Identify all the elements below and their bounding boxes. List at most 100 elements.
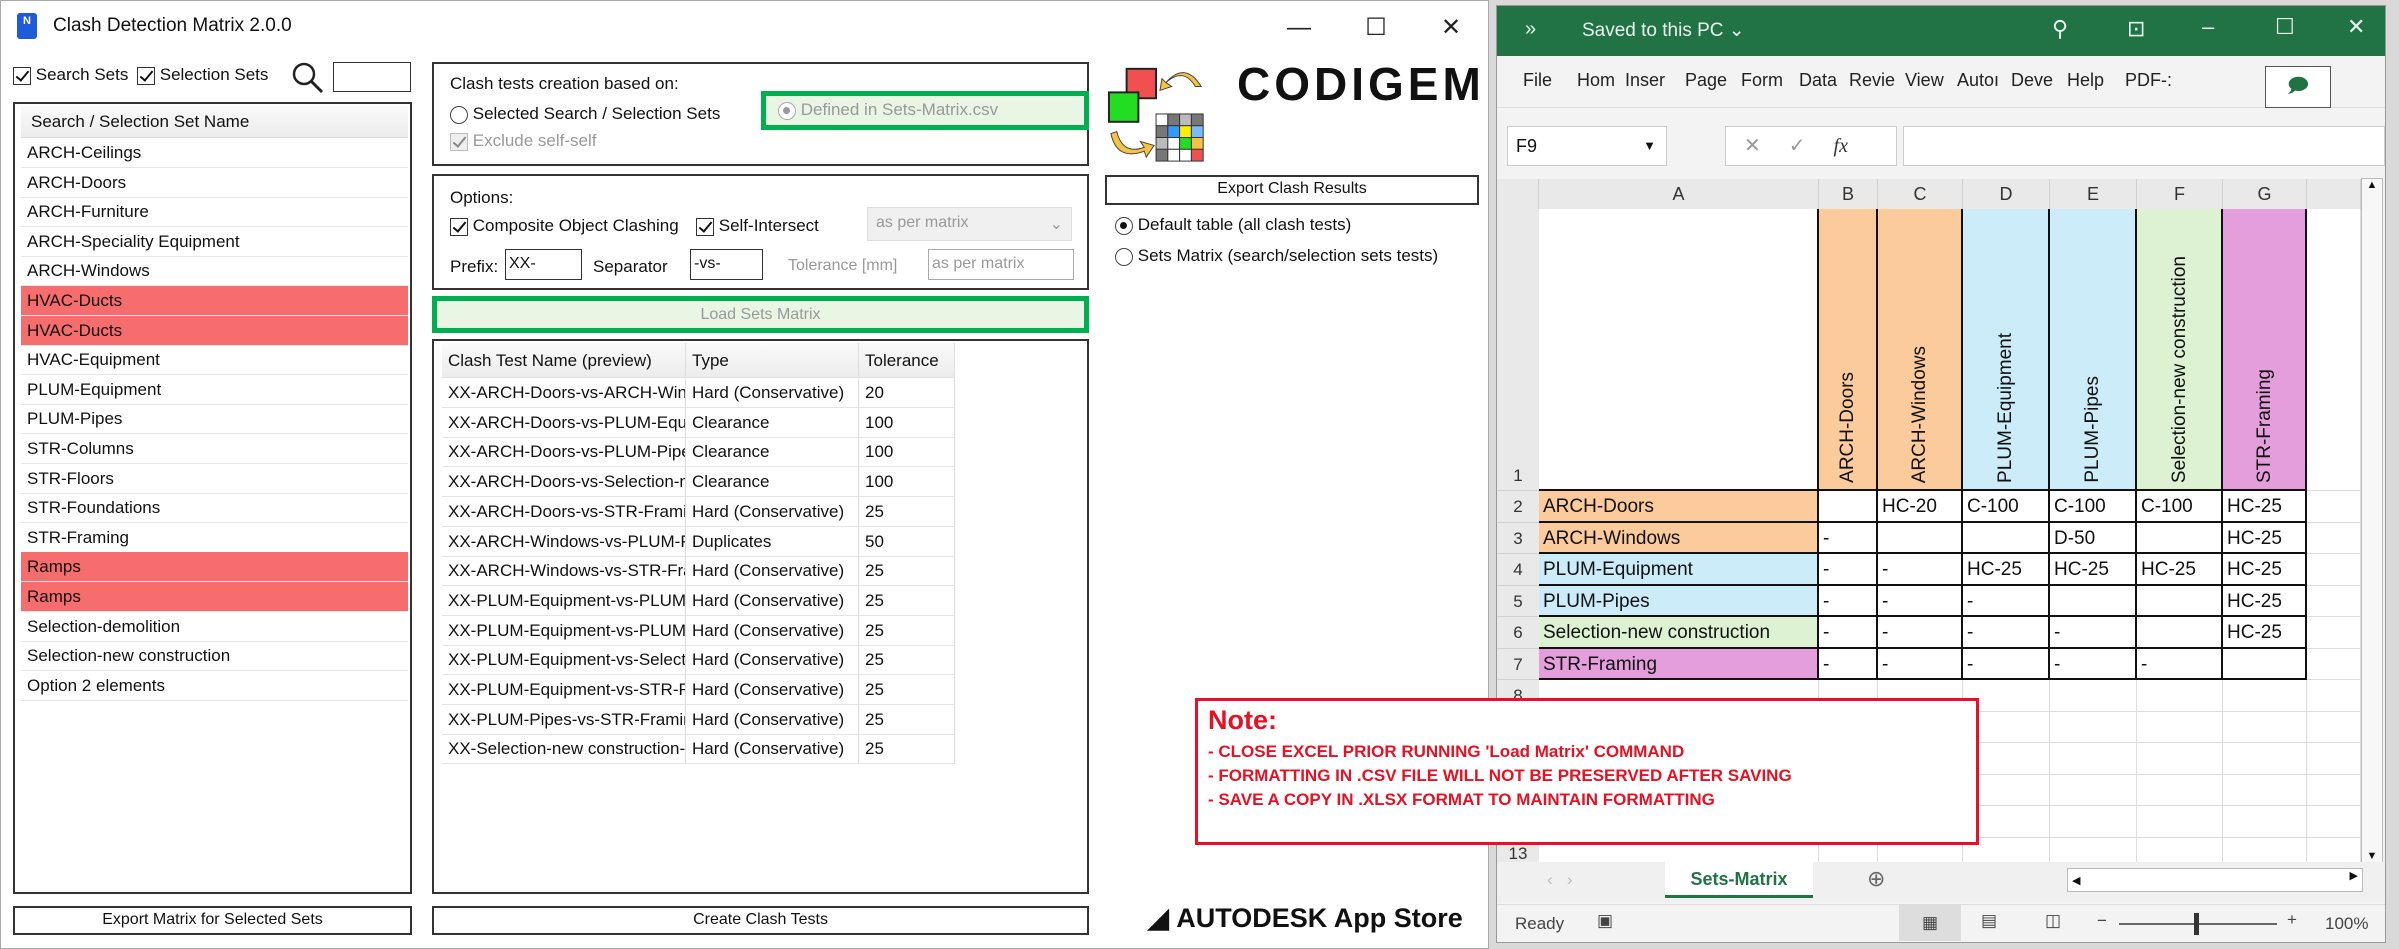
selection-sets-checkbox[interactable] [137, 66, 155, 85]
vertical-scrollbar[interactable]: ▲ ▼ [2361, 178, 2383, 863]
row-header[interactable]: 2 [1497, 491, 1539, 523]
matrix-cell[interactable] [1819, 491, 1878, 523]
sheet-tab-sets-matrix[interactable]: Sets-Matrix [1665, 862, 1813, 898]
list-item[interactable]: ARCH-Speciality Equipment [21, 227, 408, 257]
cell[interactable] [2137, 680, 2223, 712]
matrix-row-header[interactable]: STR-Framing [1539, 648, 1819, 680]
cell[interactable] [2137, 774, 2223, 806]
ribbon-tab[interactable]: Data [1799, 70, 1837, 91]
matrix-cell[interactable]: HC-25 [2223, 617, 2307, 649]
matrix-cell[interactable]: - [1819, 554, 1878, 586]
list-item[interactable]: HVAC-Ducts [21, 286, 408, 316]
column-header-E[interactable]: E [2050, 179, 2137, 209]
cell[interactable] [2307, 209, 2361, 491]
column-header-C[interactable]: C [1878, 179, 1963, 209]
composite-checkbox[interactable]: Composite Object Clashing [450, 216, 679, 236]
close-button[interactable]: ✕ [2347, 14, 2365, 40]
list-item[interactable]: PLUM-Pipes [21, 404, 408, 435]
cell[interactable] [2050, 680, 2137, 712]
self-intersect-checkbox[interactable]: Self-Intersect [696, 216, 819, 236]
ribbon-tab[interactable]: File [1523, 70, 1552, 91]
ribbon-tab[interactable]: Hom [1577, 70, 1615, 91]
matrix-cell[interactable] [2137, 585, 2223, 617]
cell[interactable] [2137, 711, 2223, 743]
search-sets-filter[interactable]: Search Sets [13, 65, 128, 85]
function-icon[interactable]: fx [1834, 135, 1848, 157]
list-item[interactable]: HVAC-Equipment [21, 345, 408, 376]
enter-icon[interactable]: ✓ [1789, 135, 1806, 157]
cell[interactable] [2050, 806, 2137, 838]
cell[interactable] [2307, 554, 2361, 586]
ribbon-tab[interactable]: Revie [1849, 70, 1895, 91]
matrix-row-header[interactable]: PLUM-Pipes [1539, 585, 1819, 617]
matrix-row-header[interactable]: ARCH-Doors [1539, 491, 1819, 523]
matrix-cell[interactable] [2223, 648, 2307, 680]
matrix-cell[interactable]: HC-25 [2050, 554, 2137, 586]
list-item[interactable]: STR-Floors [21, 464, 408, 494]
column-header[interactable]: Tolerance [859, 343, 955, 378]
column-header[interactable]: Type [686, 343, 859, 378]
minimize-button[interactable]: — [1279, 11, 1319, 45]
matrix-cell[interactable]: - [1819, 617, 1878, 649]
row-header[interactable]: 6 [1497, 617, 1539, 649]
ribbon-tab[interactable]: Form [1741, 70, 1783, 91]
excel-title[interactable]: Saved to this PC ⌄ [1582, 19, 1745, 42]
matrix-cell[interactable]: D-50 [2050, 522, 2137, 554]
column-header-A[interactable]: A [1539, 179, 1819, 209]
radio-sets-matrix[interactable]: Sets Matrix (search/selection sets tests… [1115, 246, 1438, 266]
matrix-column-header[interactable]: Selection-new construction [2137, 209, 2223, 491]
matrix-cell[interactable] [1963, 522, 2050, 554]
matrix-cell[interactable]: C-100 [1963, 491, 2050, 523]
cell[interactable] [2307, 743, 2361, 775]
export-matrix-button[interactable]: Export Matrix for Selected Sets [13, 906, 412, 935]
row-header[interactable]: 3 [1497, 522, 1539, 554]
matrix-row-header[interactable]: Selection-new construction [1539, 617, 1819, 649]
matrix-cell[interactable]: HC-25 [2223, 491, 2307, 523]
zoom-out-icon[interactable]: − [2097, 911, 2107, 931]
matrix-cell[interactable]: HC-25 [1963, 554, 2050, 586]
selection-sets-filter[interactable]: Selection Sets [137, 65, 268, 85]
matrix-cell[interactable]: - [1819, 522, 1878, 554]
radio-default-table[interactable]: Default table (all clash tests) [1115, 215, 1351, 235]
matrix-cell[interactable]: - [2050, 617, 2137, 649]
matrix-column-header[interactable]: PLUM-Pipes [2050, 209, 2137, 491]
matrix-cell[interactable]: - [2050, 648, 2137, 680]
matrix-cell[interactable]: HC-25 [2137, 554, 2223, 586]
list-item[interactable]: HVAC-Ducts [21, 315, 408, 346]
scroll-down-icon[interactable]: ▼ [2362, 850, 2382, 862]
cell[interactable] [2223, 711, 2307, 743]
ribbon-tab[interactable]: Inser [1625, 70, 1665, 91]
cell[interactable] [2307, 522, 2361, 554]
page-layout-icon[interactable]: ▤ [1981, 911, 1997, 931]
radio-selected-sets[interactable]: Selected Search / Selection Sets [450, 104, 720, 124]
matrix-cell[interactable]: - [1819, 585, 1878, 617]
row-header[interactable]: 7 [1497, 648, 1539, 680]
close-button[interactable]: ✕ [1431, 11, 1471, 45]
cell[interactable] [2307, 774, 2361, 806]
comments-button[interactable]: 🗩 [2265, 66, 2331, 108]
type-select[interactable]: as per matrix ⌄ [867, 207, 1072, 241]
cell[interactable] [2223, 743, 2307, 775]
ribbon-tab[interactable]: Page [1685, 70, 1727, 91]
tolerance-input[interactable]: as per matrix [928, 249, 1074, 280]
matrix-cell[interactable]: C-100 [2050, 491, 2137, 523]
matrix-cell[interactable]: - [1878, 648, 1963, 680]
cell[interactable] [2137, 743, 2223, 775]
matrix-cell[interactable]: HC-20 [1878, 491, 1963, 523]
normal-view-icon[interactable]: ▦ [1899, 905, 1961, 941]
set-list-header[interactable]: Search / Selection Set Name [21, 106, 408, 138]
list-item[interactable]: Ramps [21, 582, 408, 612]
matrix-column-header[interactable]: ARCH-Doors [1819, 209, 1878, 491]
list-item[interactable]: STR-Columns [21, 434, 408, 464]
matrix-cell[interactable]: - [1878, 585, 1963, 617]
column-header-G[interactable]: G [2223, 179, 2307, 209]
cell[interactable] [2050, 711, 2137, 743]
matrix-cell[interactable] [1878, 522, 1963, 554]
matrix-cell[interactable]: HC-25 [2223, 585, 2307, 617]
list-item[interactable]: Ramps [21, 552, 408, 583]
matrix-column-header[interactable]: STR-Framing [2223, 209, 2307, 491]
column-header[interactable]: Clash Test Name (preview) [442, 343, 686, 378]
horizontal-scrollbar[interactable]: ◀ ▶ [2067, 868, 2363, 892]
prefix-input[interactable]: XX- [505, 249, 582, 280]
matrix-cell[interactable]: - [1878, 554, 1963, 586]
